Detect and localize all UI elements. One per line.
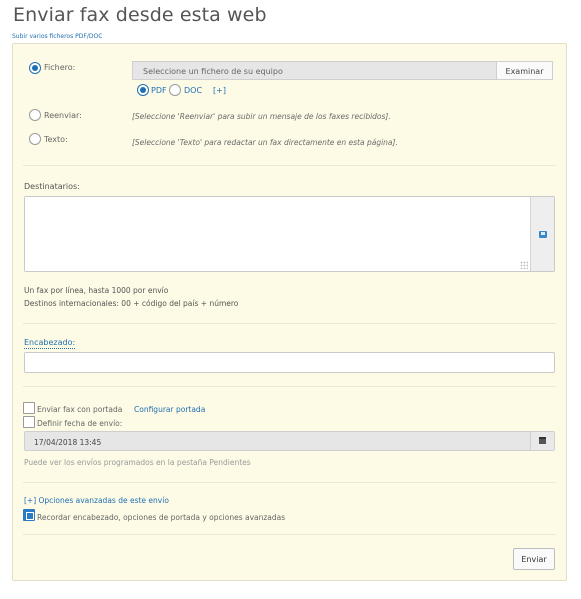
recipients-help-2: Destinos internacionales: 00 + código de… [24,299,239,308]
header-label: Encabezado: [24,338,76,349]
divider [23,386,556,387]
cover-label: Enviar fax con portada [37,405,123,414]
page-title: Enviar fax desde esta web [13,4,267,26]
divider [23,534,556,535]
header-input[interactable] [24,352,555,373]
divider [23,482,556,483]
calendar-icon [539,437,546,444]
schedule-label: Definir fecha de envío: [37,419,123,428]
text-hint: [Seleccione 'Texto' para redactar un fax… [132,138,398,147]
resize-grip-icon[interactable] [520,261,528,269]
recipients-help-1: Un fax por línea, hasta 1000 por envío [24,286,169,295]
schedule-note: Puede ver los envíos programados en la p… [24,458,251,467]
doc-radio[interactable] [169,84,181,96]
divider [23,165,556,166]
calendar-button[interactable] [530,432,554,450]
address-book-icon[interactable] [539,231,547,238]
text-label: Texto: [44,135,68,144]
browse-button[interactable]: Examinar [496,61,553,80]
file-select-input[interactable]: Seleccione un fichero de su equipo [132,61,496,80]
remember-checkbox[interactable] [23,509,35,521]
schedule-date-input[interactable]: 17/04/2018 13:45 [24,431,555,451]
contacts-sidebar [530,197,554,271]
pdf-radio[interactable] [137,84,149,96]
advanced-options-link[interactable]: [+] Opciones avanzadas de este envío [24,496,169,505]
more-formats-link[interactable]: [+] [213,86,226,95]
remember-label: Recordar encabezado, opciones de portada… [37,513,286,522]
forward-hint: [Seleccione 'Reenviar' para subir un men… [132,112,391,121]
recipients-textarea[interactable] [24,196,555,272]
schedule-checkbox[interactable] [23,416,35,428]
schedule-date-value: 17/04/2018 13:45 [34,438,102,447]
file-label: Fichero: [44,63,76,72]
text-radio[interactable] [29,133,41,145]
pdf-label: PDF [151,86,167,95]
fax-form-panel: Fichero: Seleccione un fichero de su equ… [12,43,567,581]
divider [23,323,556,324]
doc-label: DOC [184,86,203,95]
forward-radio[interactable] [29,109,41,121]
forward-label: Reenviar: [44,111,82,120]
recipients-label: Destinatarios: [24,182,80,191]
multi-upload-link[interactable]: Subir varios ficheros PDF/DOC [12,33,102,40]
configure-cover-link[interactable]: Configurar portada [134,405,205,414]
file-radio[interactable] [29,62,41,74]
send-button[interactable]: Enviar [513,548,555,570]
cover-checkbox[interactable] [23,402,35,414]
